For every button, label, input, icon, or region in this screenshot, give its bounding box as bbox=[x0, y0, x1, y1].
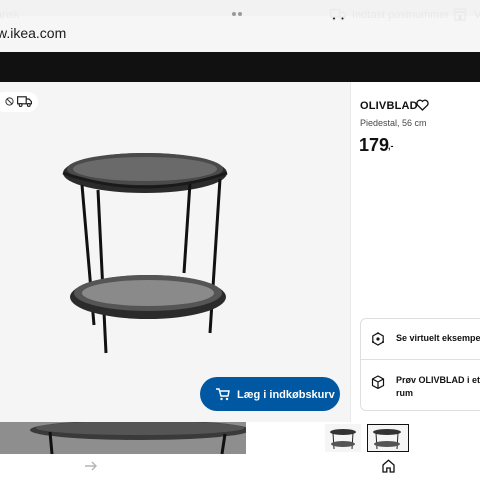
price-suffix: ,- bbox=[388, 141, 394, 151]
product-name: OLIVBLAD bbox=[360, 100, 418, 112]
url-text[interactable]: w.ikea.com bbox=[0, 25, 66, 41]
gallery-scroll-preview[interactable] bbox=[0, 422, 246, 454]
address-bar[interactable] bbox=[0, 16, 480, 52]
truck-icon[interactable] bbox=[330, 8, 346, 21]
window-grabber-dots[interactable] bbox=[232, 3, 248, 34]
store-icon[interactable] bbox=[453, 8, 467, 21]
heart-icon[interactable] bbox=[416, 99, 429, 111]
view-ar-label[interactable]: Se virtuelt eksempel bbox=[396, 333, 480, 343]
panel-divider bbox=[350, 82, 351, 422]
forward-arrow-icon[interactable] bbox=[84, 460, 98, 472]
product-image[interactable] bbox=[50, 145, 240, 360]
store-link[interactable]: V bbox=[474, 9, 480, 21]
ban-icon bbox=[5, 97, 14, 106]
add-to-cart-label[interactable]: Læg i indkøbskurv bbox=[237, 389, 335, 401]
thumbnail-2-selected[interactable] bbox=[367, 424, 409, 452]
thumbnail-1[interactable] bbox=[325, 424, 361, 452]
language-selector[interactable]: ansk bbox=[0, 9, 19, 21]
try-in-room-label[interactable]: Prøv OLIVBLAD i et rum bbox=[396, 374, 480, 400]
truck-icon bbox=[17, 96, 32, 107]
bottom-toolbar bbox=[0, 454, 480, 480]
product-description: Piedestal, 56 cm bbox=[360, 118, 427, 128]
postal-code-link[interactable]: Indtast postnummer bbox=[352, 9, 449, 21]
home-icon[interactable] bbox=[382, 459, 395, 473]
ar-icon bbox=[372, 332, 384, 346]
price-value: 179 bbox=[359, 135, 390, 155]
utility-bar bbox=[0, 52, 480, 82]
box-icon bbox=[371, 375, 385, 389]
cart-icon[interactable] bbox=[215, 387, 230, 401]
